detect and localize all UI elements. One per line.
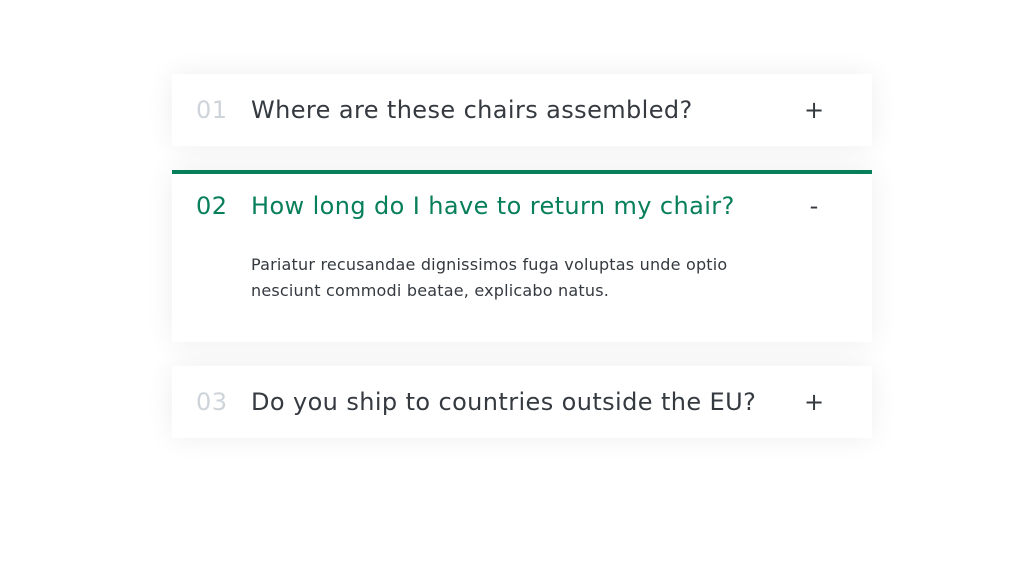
accordion-item-1: 01 Where are these chairs assembled? + [172,74,872,146]
accordion-header-2[interactable]: 02 How long do I have to return my chair… [172,174,872,238]
accordion-header-1[interactable]: 01 Where are these chairs assembled? + [172,74,872,146]
item-number: 03 [196,388,228,416]
item-answer: Pariatur recusandae dignissimos fuga vol… [251,255,728,300]
expand-plus-icon[interactable]: + [804,388,824,416]
item-number: 01 [196,96,228,124]
accordion-header-3[interactable]: 03 Do you ship to countries outside the … [172,366,872,438]
item-question: How long do I have to return my chair? [251,192,735,220]
expand-plus-icon[interactable]: + [804,96,824,124]
faq-accordion: 01 Where are these chairs assembled? + 0… [172,74,872,462]
item-question: Do you ship to countries outside the EU? [251,388,757,416]
accordion-item-3: 03 Do you ship to countries outside the … [172,366,872,438]
item-question: Where are these chairs assembled? [251,96,693,124]
item-number: 02 [196,192,228,220]
accordion-item-2: 02 How long do I have to return my chair… [172,170,872,342]
collapse-minus-icon[interactable]: - [804,192,824,220]
